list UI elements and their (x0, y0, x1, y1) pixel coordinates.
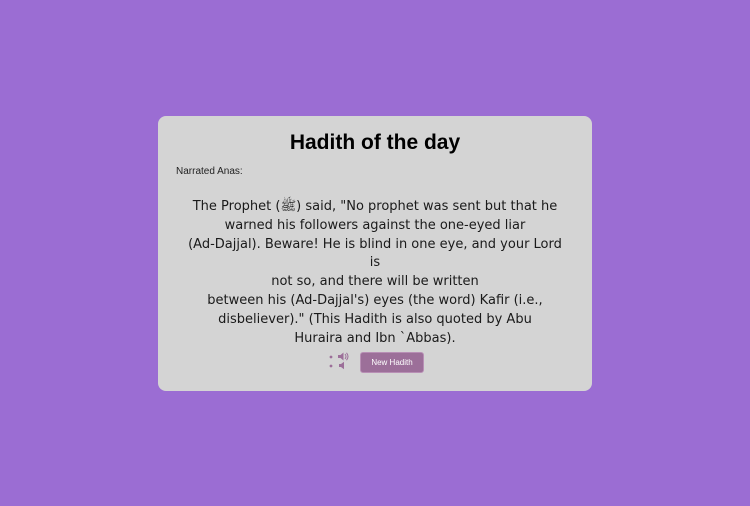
speaker-icon[interactable] (326, 351, 352, 373)
controls-row: New Hadith (158, 351, 592, 373)
hadith-text: The Prophet (ﷺ) said, "No prophet was se… (188, 199, 562, 346)
card-title: Hadith of the day (289, 131, 461, 154)
new-hadith-button[interactable]: New Hadith (360, 351, 424, 373)
narrator-label: Narrated Anas: (176, 166, 243, 177)
hadith-card: Hadith of the day Narrated Anas: The Pro… (158, 116, 592, 391)
